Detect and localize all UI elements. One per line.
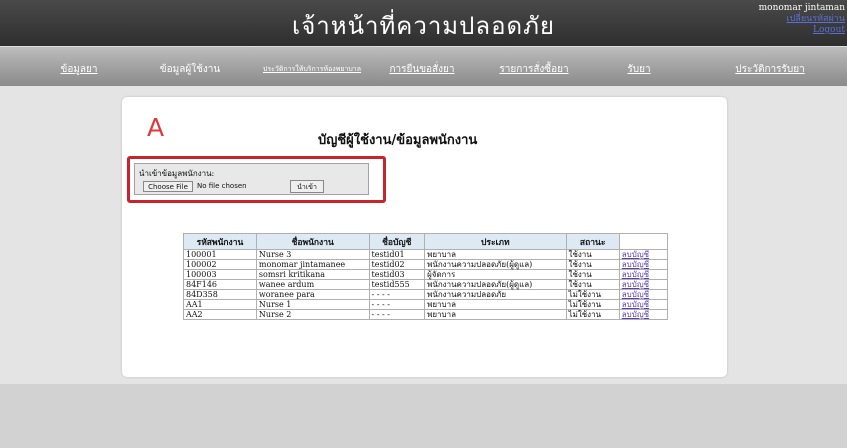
cell-type: ผู้จัดการ	[424, 269, 567, 280]
cell-employee-id: 100001	[183, 249, 257, 260]
col-header-status: สถานะ	[565, 233, 620, 250]
cell-account: - - - -	[368, 309, 426, 320]
cell-status: ใช้งาน	[565, 269, 620, 280]
delete-account-link[interactable]: ลบบัญชี	[618, 269, 669, 280]
table-row: AA1 Nurse 1 - - - - พยาบาล ไม่ใช้งาน ลบบ…	[183, 299, 669, 310]
cell-type: พนักงานความปลอดภัย(ผู้ดูแล)	[424, 259, 567, 270]
nav-receive-drug[interactable]: รับยา	[627, 62, 650, 77]
table-row: AA2 Nurse 2 - - - - พยาบาล ไม่ใช้งาน ลบบ…	[183, 309, 669, 320]
cell-status: ใช้งาน	[565, 249, 620, 260]
cell-employee-name: somsri kritikana	[255, 269, 370, 280]
table-header-row: รหัสพนักงาน ชื่อพนักงาน ชื่อบัญชี ประเภท…	[183, 233, 669, 250]
table-row: 84F146 wanee ardum testid555 พนักงานความ…	[183, 279, 669, 290]
import-submit-button[interactable]: นำเข้า	[290, 180, 324, 193]
col-header-employee-name: ชื่อพนักงาน	[255, 233, 370, 250]
cell-employee-id: AA2	[183, 309, 257, 320]
col-header-action	[618, 233, 669, 250]
cell-employee-id: 100003	[183, 269, 257, 280]
cell-account: testid03	[368, 269, 426, 280]
site-title: เจ้าหน้าที่ความปลอดภัย	[292, 12, 555, 40]
change-password-link[interactable]: เปลี่ยนรหัสผ่าน	[759, 14, 845, 25]
cell-employee-id: 84F146	[183, 279, 257, 290]
nav-receive-history[interactable]: ประวัติการรับยา	[735, 62, 804, 77]
cell-employee-id: AA1	[183, 299, 257, 310]
choose-file-button[interactable]: Choose File	[143, 181, 193, 192]
cell-employee-id: 84D358	[183, 289, 257, 300]
delete-account-link[interactable]: ลบบัญชี	[618, 279, 669, 290]
cell-type: พยาบาล	[424, 249, 567, 260]
cell-employee-name: Nurse 1	[255, 299, 370, 310]
delete-account-link[interactable]: ลบบัญชี	[618, 289, 669, 300]
table-row: 100001 Nurse 3 testid01 พยาบาล ใช้งาน ลบ…	[183, 249, 669, 260]
top-header-bar: เจ้าหน้าที่ความปลอดภัย monomar jintaman …	[0, 0, 847, 46]
cell-employee-name: monomar jintamanee	[255, 259, 370, 270]
col-header-account: ชื่อบัญชี	[368, 233, 426, 250]
cell-type: พนักงานความปลอดภัย(ผู้ดูแล)	[424, 279, 567, 290]
delete-account-link[interactable]: ลบบัญชี	[618, 299, 669, 310]
main-nav: ข้อมูลยา ข้อมูลผู้ใช้งาน ประวัติการให้บร…	[0, 46, 847, 87]
cell-account: testid01	[368, 249, 426, 260]
cell-account: testid555	[368, 279, 426, 290]
cell-status: ไม่ใช้งาน	[565, 309, 620, 320]
footer-background	[0, 384, 847, 448]
employee-table: รหัสพนักงาน ชื่อพนักงาน ชื่อบัญชี ประเภท…	[183, 233, 669, 320]
cell-employee-name: wanee ardum	[255, 279, 370, 290]
delete-account-link[interactable]: ลบบัญชี	[618, 249, 669, 260]
nav-drug-info[interactable]: ข้อมูลยา	[60, 62, 97, 77]
cell-status: ไม่ใช้งาน	[565, 299, 620, 310]
user-box: monomar jintaman เปลี่ยนรหัสผ่าน Logout	[759, 3, 845, 36]
nav-user-info[interactable]: ข้อมูลผู้ใช้งาน	[160, 62, 220, 77]
table-row: 100003 somsri kritikana testid03 ผู้จัดก…	[183, 269, 669, 280]
cell-account: - - - -	[368, 289, 426, 300]
col-header-type: ประเภท	[424, 233, 567, 250]
page-title: บัญชีผู้ใช้งาน/ข้อมูลพนักงาน	[318, 133, 478, 148]
delete-account-link[interactable]: ลบบัญชี	[618, 259, 669, 270]
col-header-employee-id: รหัสพนักงาน	[183, 233, 257, 250]
cell-status: ใช้งาน	[565, 279, 620, 290]
nav-drug-request[interactable]: การยืนขอสั่งยา	[389, 62, 454, 77]
cell-status: ใช้งาน	[565, 259, 620, 270]
cell-type: พนักงานความปลอดภัย	[424, 289, 567, 300]
table-row: 84D358 woranee para - - - - พนักงานความป…	[183, 289, 669, 300]
cell-employee-id: 100002	[183, 259, 257, 270]
cell-status: ไม่ใช้งาน	[565, 289, 620, 300]
user-name: monomar jintaman	[758, 3, 845, 13]
logout-link[interactable]: Logout	[759, 25, 845, 36]
cell-type: พยาบาล	[424, 309, 567, 320]
delete-account-link[interactable]: ลบบัญชี	[618, 309, 669, 320]
cell-type: พยาบาล	[424, 299, 567, 310]
file-status-text: No file chosen	[197, 182, 247, 190]
table-row: 100002 monomar jintamanee testid02 พนักง…	[183, 259, 669, 270]
cell-account: testid02	[368, 259, 426, 270]
nav-purchase-orders[interactable]: รายการสั่งซื้อยา	[499, 62, 568, 77]
cell-employee-name: woranee para	[255, 289, 370, 300]
annotation-letter: A	[147, 113, 165, 142]
cell-employee-name: Nurse 3	[255, 249, 370, 260]
cell-employee-name: Nurse 2	[255, 309, 370, 320]
nav-infirmary-history[interactable]: ประวัติการให้บริการห้องพยาบาล	[263, 64, 361, 75]
cell-account: - - - -	[368, 299, 426, 310]
import-label: นำเข้าข้อมูลพนักงาน:	[139, 169, 215, 178]
